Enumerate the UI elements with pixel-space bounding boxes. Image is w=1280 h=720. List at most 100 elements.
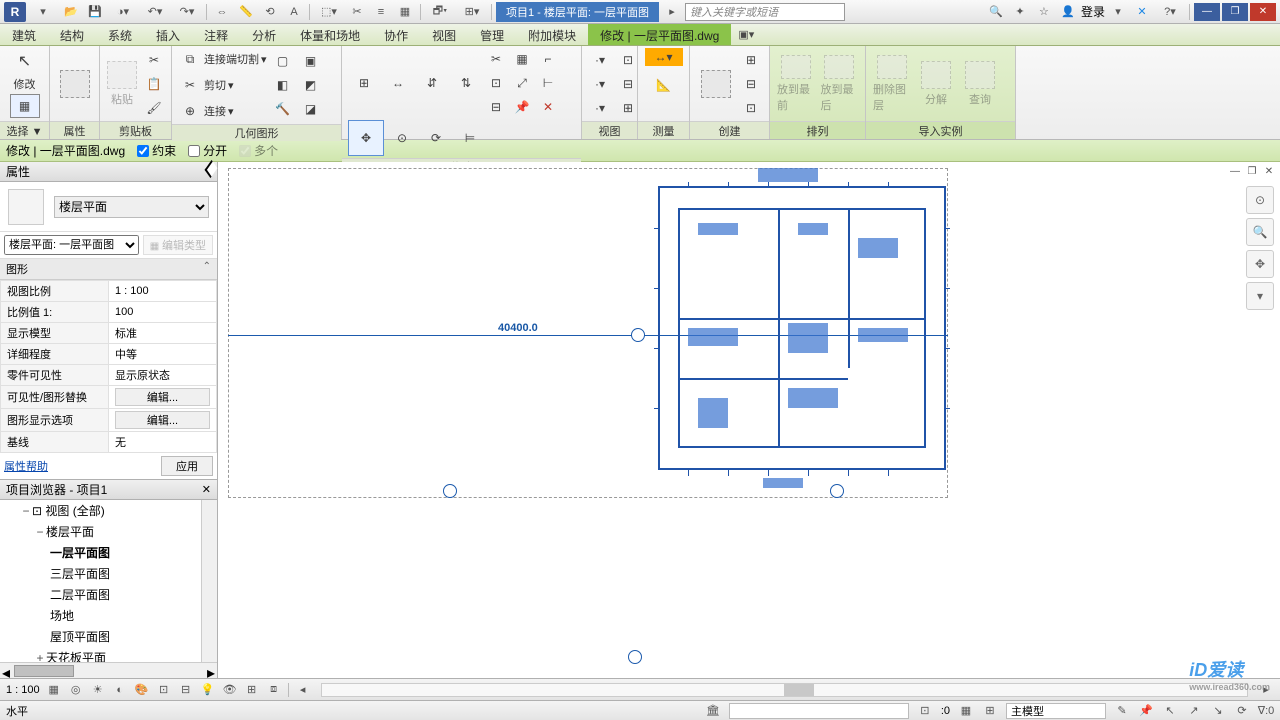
imported-dwg[interactable]	[658, 168, 946, 488]
geometry-3-icon[interactable]: ◪	[299, 98, 323, 120]
tab-collab[interactable]: 协作	[372, 24, 420, 45]
worksharing-icon[interactable]: ⧈	[266, 682, 282, 698]
multi-checkbox[interactable]: 多个	[239, 142, 278, 159]
create-3-icon[interactable]: ⊡	[739, 97, 763, 119]
split-icon[interactable]: ⊡	[484, 72, 508, 94]
tab-annotate[interactable]: 注释	[192, 24, 240, 45]
move-tool-icon[interactable]: ✥	[348, 120, 384, 156]
tab-insert[interactable]: 插入	[144, 24, 192, 45]
edit-type-button[interactable]: ▦ 编辑类型	[143, 235, 213, 255]
binoculars-icon[interactable]: 🔍	[985, 2, 1007, 22]
crop-view-icon[interactable]: ⊡	[156, 682, 172, 698]
switch-window-icon[interactable]: 🗗▾	[425, 2, 455, 22]
cope-icon[interactable]: ⧉	[178, 48, 202, 70]
hide-3-icon[interactable]: ·▾	[588, 97, 612, 119]
copy-clipboard-icon[interactable]: 📋	[142, 73, 166, 95]
trim-extend-icon[interactable]: ✂	[484, 48, 508, 70]
explode-button[interactable]: 分解	[916, 54, 956, 114]
tab-structure[interactable]: 结构	[48, 24, 96, 45]
exchange-icon[interactable]: ✕	[1131, 2, 1153, 22]
design-options-field[interactable]	[729, 703, 909, 719]
cut-geometry-icon[interactable]: ✂	[178, 74, 202, 96]
scale-icon[interactable]: ⤢	[510, 72, 534, 94]
element-properties-button[interactable]	[56, 54, 93, 114]
sync-icon[interactable]: ◑▾	[108, 2, 138, 22]
nav-home-icon[interactable]: ⊙	[1246, 186, 1274, 214]
mirror-axis-icon[interactable]: ⇵	[416, 67, 448, 99]
close-button[interactable]: ✕	[1250, 3, 1276, 21]
background-icon[interactable]: ⟳	[1234, 703, 1250, 719]
app-menu-dropdown[interactable]: ▾	[28, 2, 58, 22]
tab-analyze[interactable]: 分析	[240, 24, 288, 45]
view-2-icon[interactable]: ⊟	[616, 73, 640, 95]
worksets-icon[interactable]: ⊞	[982, 703, 998, 719]
trim-single-icon[interactable]: ⊢	[536, 72, 560, 94]
modify-tool-icon[interactable]: ↖	[10, 48, 40, 74]
create-2-icon[interactable]: ⊟	[739, 73, 763, 95]
selection-count-icon[interactable]: ∇:0	[1258, 703, 1274, 719]
geometry-2-icon[interactable]: ◩	[299, 74, 323, 96]
browser-item-level1[interactable]: 一层平面图	[48, 542, 217, 563]
login-link[interactable]: 登录	[1081, 3, 1105, 20]
login-dropdown-icon[interactable]: ▾	[1107, 2, 1129, 22]
split-face-icon[interactable]: ◧	[271, 74, 295, 96]
trim-corner-icon[interactable]: ⌐	[536, 48, 560, 70]
create-similar-button[interactable]	[696, 54, 735, 114]
offset-tool-icon[interactable]: ↔	[382, 67, 414, 99]
measure-1-icon[interactable]: ↔▾	[645, 48, 683, 66]
zoom-icon[interactable]: 🔍	[1246, 218, 1274, 246]
browser-floor-plans[interactable]: −楼层平面	[32, 521, 217, 542]
instance-selector[interactable]: 楼层平面: 一层平面图	[4, 235, 139, 255]
cut-clipboard-icon[interactable]: ✂	[142, 49, 166, 71]
unpin-icon[interactable]: 📌	[510, 96, 534, 118]
section-head-1[interactable]	[631, 328, 645, 342]
maximize-button[interactable]: ❐	[1222, 3, 1248, 21]
editable-only-icon[interactable]: ✎	[1114, 703, 1130, 719]
drawing-canvas[interactable]: — ❐ ✕ 40400.0	[218, 162, 1280, 678]
section-icon[interactable]: ✂	[346, 2, 368, 22]
tab-architecture[interactable]: 建筑	[0, 24, 48, 45]
send-back-button[interactable]: 放到最后	[820, 54, 860, 114]
split-gap-icon[interactable]: ⊟	[484, 96, 508, 118]
tab-modify-context[interactable]: 修改 | 一层平面图.dwg	[588, 24, 731, 45]
join-geometry-icon[interactable]: ⊕	[178, 100, 202, 122]
save-icon[interactable]: 💾	[84, 2, 106, 22]
reveal-icon[interactable]: ⊞	[244, 682, 260, 698]
measure-2-icon[interactable]: 📐	[645, 70, 683, 100]
favorite-icon[interactable]: ☆	[1033, 2, 1055, 22]
properties-help-link[interactable]: 属性帮助	[4, 458, 48, 474]
constrain-checkbox[interactable]: 约束	[137, 142, 176, 159]
hide-2-icon[interactable]: ·▾	[588, 73, 612, 95]
vg-edit-button[interactable]: 编辑...	[115, 388, 210, 406]
tab-addins[interactable]: 附加模块	[516, 24, 588, 45]
help-icon[interactable]: ?▾	[1155, 2, 1185, 22]
type-properties-icon[interactable]: ▦	[10, 94, 40, 118]
browser-scrollbar[interactable]	[201, 500, 217, 662]
view-3-icon[interactable]: ⊞	[616, 97, 640, 119]
select-underlay-icon[interactable]: ↖	[1162, 703, 1178, 719]
app-logo-icon[interactable]: R	[4, 2, 26, 22]
tab-manage[interactable]: 管理	[468, 24, 516, 45]
browser-ceiling-plans[interactable]: +天花板平面	[32, 647, 217, 662]
view-1-icon[interactable]: ⊡	[616, 49, 640, 71]
drag-elements-icon[interactable]: ↗	[1186, 703, 1202, 719]
bring-front-button[interactable]: 放到最前	[776, 54, 816, 114]
align-tool-icon[interactable]: ⊞	[348, 67, 380, 99]
shadows-icon[interactable]: ◐	[112, 682, 128, 698]
apply-button[interactable]: 应用	[161, 456, 213, 476]
search-input[interactable]: 键入关键字或短语	[685, 3, 845, 21]
title-arrow-icon[interactable]: ▸	[661, 2, 683, 22]
workset-field[interactable]: 主模型	[1006, 703, 1106, 719]
3d-view-icon[interactable]: ⬚▾	[314, 2, 344, 22]
browser-item-site[interactable]: 场地	[48, 605, 217, 626]
wall-opening-icon[interactable]: ▢	[271, 50, 295, 72]
query-button[interactable]: 查询	[960, 54, 1000, 114]
demolish-icon[interactable]: 🔨	[271, 98, 295, 120]
tab-massing[interactable]: 体量和场地	[288, 24, 372, 45]
browser-item-level2[interactable]: 二层平面图	[48, 584, 217, 605]
select-pinned-icon[interactable]: 📌	[1138, 703, 1154, 719]
pan-icon[interactable]: ✥	[1246, 250, 1274, 278]
copy-tool-icon[interactable]: ⊙	[386, 122, 418, 154]
align-icon[interactable]: ⇔	[211, 2, 233, 22]
browser-item-level3[interactable]: 三层平面图	[48, 563, 217, 584]
